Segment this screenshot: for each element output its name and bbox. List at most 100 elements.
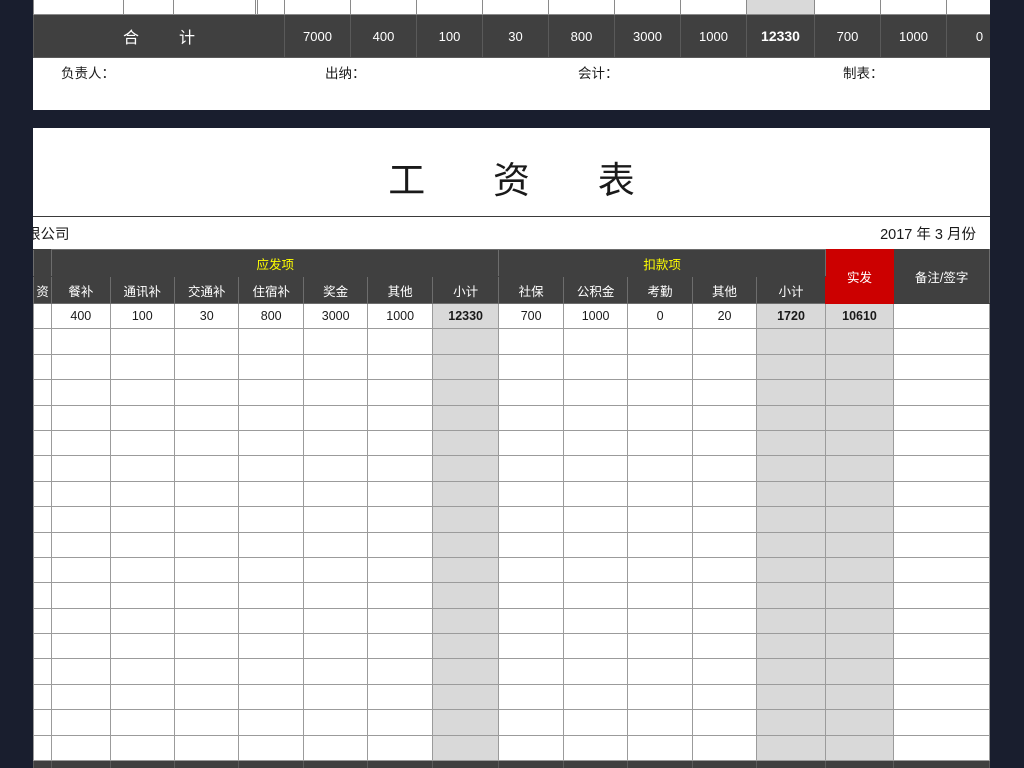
cell-c_bonus[interactable] <box>303 710 367 735</box>
cell-c_trans[interactable] <box>175 710 239 735</box>
cell-c_bonus[interactable] <box>303 430 367 455</box>
cell-c_house[interactable] <box>239 735 303 760</box>
cell-c_bonus[interactable] <box>303 557 367 582</box>
cell-c_other1[interactable] <box>368 608 432 633</box>
cell-c_social[interactable] <box>499 608 563 633</box>
cell-c_other2[interactable] <box>692 634 756 659</box>
cell-c_net[interactable] <box>825 481 894 506</box>
cell-c_remark[interactable] <box>894 634 990 659</box>
cell-c_social[interactable] <box>499 583 563 608</box>
cell-c_social[interactable] <box>499 481 563 506</box>
cell-c_house[interactable] <box>239 405 303 430</box>
cell-c_social[interactable] <box>499 634 563 659</box>
cell-c_other2[interactable] <box>692 380 756 405</box>
cell-c_net[interactable] <box>825 507 894 532</box>
cell-c_comm[interactable] <box>110 456 174 481</box>
cell-c_net[interactable] <box>825 354 894 379</box>
cell-c_net[interactable]: 10610 <box>825 761 894 768</box>
cell-c_fund[interactable] <box>563 507 627 532</box>
cell-c_attend[interactable] <box>628 507 692 532</box>
cell-c_trans[interactable] <box>175 405 239 430</box>
cell-c_trans[interactable] <box>175 507 239 532</box>
cell-c_other1[interactable] <box>368 481 432 506</box>
cell-c_sub2[interactable] <box>757 456 826 481</box>
cell-c_other2[interactable] <box>692 684 756 709</box>
cell-c_comm[interactable] <box>110 405 174 430</box>
cell-c_house[interactable] <box>239 354 303 379</box>
cell-c_comm[interactable] <box>110 481 174 506</box>
cell-c_other1[interactable] <box>368 380 432 405</box>
cell-c_social[interactable] <box>499 532 563 557</box>
cell-c_other1[interactable] <box>368 557 432 582</box>
cell-c_trans[interactable] <box>175 608 239 633</box>
cell-c_sub1[interactable] <box>432 659 499 684</box>
cell-c_house[interactable] <box>239 456 303 481</box>
cell-c_sub1[interactable] <box>432 354 499 379</box>
cell-c_bonus[interactable] <box>303 329 367 354</box>
cell-c_other1[interactable] <box>368 583 432 608</box>
cell-c_house[interactable] <box>239 583 303 608</box>
cell-c_bonus[interactable] <box>303 532 367 557</box>
cell-c_meal[interactable]: 400 <box>52 304 110 329</box>
cell-c_wage[interactable] <box>34 354 52 379</box>
cell-c_comm[interactable]: 100 <box>110 761 174 768</box>
cell-c_fund[interactable] <box>563 557 627 582</box>
cell-c_fund[interactable] <box>563 405 627 430</box>
cell-c_social[interactable] <box>499 710 563 735</box>
cell-c_comm[interactable] <box>110 634 174 659</box>
cell-c_meal[interactable] <box>52 456 110 481</box>
cell-c_attend[interactable] <box>628 583 692 608</box>
cell-c_other2[interactable]: 20 <box>692 304 756 329</box>
cell-c_sub2[interactable] <box>757 430 826 455</box>
cell-c_attend[interactable] <box>628 532 692 557</box>
cell-c_wage[interactable] <box>34 481 52 506</box>
cell-c_fund[interactable] <box>563 380 627 405</box>
cell-c_wage[interactable] <box>34 634 52 659</box>
cell-c_net[interactable] <box>825 456 894 481</box>
cell-c_sub1[interactable] <box>432 456 499 481</box>
cell-c_other2[interactable] <box>692 532 756 557</box>
cell-c_comm[interactable] <box>110 659 174 684</box>
cell-c_fund[interactable] <box>563 735 627 760</box>
cell-c_net[interactable] <box>825 710 894 735</box>
cell-c_remark[interactable] <box>894 481 990 506</box>
cell-c_social[interactable] <box>499 456 563 481</box>
cell-c_sub2[interactable] <box>757 380 826 405</box>
cell-c_net[interactable] <box>825 735 894 760</box>
cell-c_house[interactable] <box>239 481 303 506</box>
cell-c_comm[interactable] <box>110 735 174 760</box>
cell-c_net[interactable] <box>825 380 894 405</box>
cell-c_comm[interactable] <box>110 684 174 709</box>
cell-c_house[interactable] <box>239 532 303 557</box>
cell-c_social[interactable]: 700 <box>499 304 563 329</box>
cell-c_fund[interactable] <box>563 659 627 684</box>
cell-c_attend[interactable] <box>628 684 692 709</box>
cell-c_wage[interactable] <box>34 304 52 329</box>
cell-c_sub1[interactable] <box>432 507 499 532</box>
cell-c_other2[interactable] <box>692 583 756 608</box>
cell-c_sub1[interactable] <box>432 380 499 405</box>
cell-c_bonus[interactable] <box>303 583 367 608</box>
cell-c_fund[interactable] <box>563 583 627 608</box>
cell-c_other1[interactable] <box>368 354 432 379</box>
cell-c_other1[interactable] <box>368 430 432 455</box>
cell-c_house[interactable] <box>239 507 303 532</box>
cell-c_wage[interactable] <box>34 735 52 760</box>
cell-c_fund[interactable] <box>563 634 627 659</box>
cell-c_fund[interactable] <box>563 608 627 633</box>
cell-c_fund[interactable] <box>563 481 627 506</box>
cell-c_bonus[interactable] <box>303 481 367 506</box>
cell-c_fund[interactable] <box>563 430 627 455</box>
cell-c_trans[interactable]: 30 <box>175 304 239 329</box>
cell-c_sub1[interactable] <box>432 405 499 430</box>
cell-c_bonus[interactable] <box>303 354 367 379</box>
cell-c_attend[interactable] <box>628 634 692 659</box>
cell-c_trans[interactable] <box>175 634 239 659</box>
cell-c_meal[interactable] <box>52 634 110 659</box>
cell-c_meal[interactable] <box>52 380 110 405</box>
cell-c_wage[interactable] <box>34 583 52 608</box>
cell-c_trans[interactable] <box>175 532 239 557</box>
cell-c_trans[interactable] <box>175 456 239 481</box>
cell-c_bonus[interactable] <box>303 456 367 481</box>
cell-c_social[interactable] <box>499 430 563 455</box>
